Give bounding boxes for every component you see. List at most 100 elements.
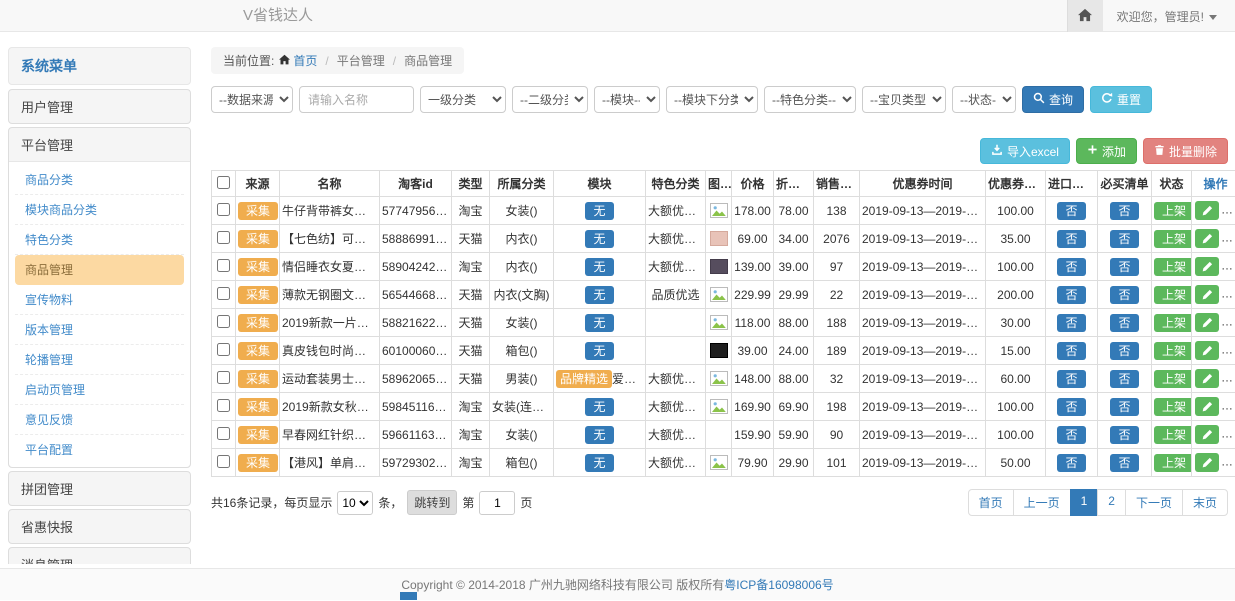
row-checkbox[interactable]	[217, 203, 230, 216]
sidebar-subitem-1-0[interactable]: 商品分类	[15, 165, 184, 195]
pager-button-2[interactable]: 1	[1070, 489, 1099, 516]
import-excel-button[interactable]: 导入excel	[980, 138, 1070, 164]
select-all-checkbox[interactable]	[217, 176, 230, 189]
must-buy-no-badge[interactable]: 否	[1110, 398, 1138, 416]
pager-button-4[interactable]: 下一页	[1125, 489, 1183, 516]
sidebar-item-4[interactable]: 消息管理	[9, 548, 190, 564]
edit-button[interactable]	[1195, 257, 1219, 276]
sidebar-subitem-1-1[interactable]: 模块商品分类	[15, 195, 184, 225]
add-button[interactable]: 添加	[1076, 138, 1137, 164]
user-menu[interactable]: 欢迎您，管理员!	[1117, 8, 1217, 25]
import-no-badge[interactable]: 否	[1057, 286, 1085, 304]
filter-select-7[interactable]: --状态--	[952, 86, 1016, 113]
import-no-badge[interactable]: 否	[1057, 370, 1085, 388]
status-on-shelf-badge[interactable]: 上架	[1154, 454, 1192, 472]
per-page-select[interactable]: 10	[337, 491, 373, 515]
status-on-shelf-badge[interactable]: 上架	[1154, 202, 1192, 220]
filter-select-1[interactable]: 一级分类	[420, 86, 506, 113]
status-on-shelf-badge[interactable]: 上架	[1154, 314, 1192, 332]
edit-button[interactable]	[1195, 201, 1219, 220]
filter-select-5[interactable]: --特色分类--	[764, 86, 856, 113]
import-no-badge[interactable]: 否	[1057, 426, 1085, 444]
status-on-shelf-badge[interactable]: 上架	[1154, 258, 1192, 276]
sidebar-item-0[interactable]: 用户管理	[9, 90, 190, 123]
pager-button-5[interactable]: 末页	[1182, 489, 1228, 516]
import-no-badge[interactable]: 否	[1057, 258, 1085, 276]
must-buy-no-badge[interactable]: 否	[1110, 426, 1138, 444]
status-on-shelf-badge[interactable]: 上架	[1154, 342, 1192, 360]
must-buy-no-badge[interactable]: 否	[1110, 202, 1138, 220]
search-button[interactable]: 查询	[1022, 86, 1084, 113]
filter-select-2[interactable]: --二级分类--	[512, 86, 588, 113]
must-buy-no-badge[interactable]: 否	[1110, 454, 1138, 472]
must-buy-no-badge[interactable]: 否	[1110, 342, 1138, 360]
import-no-badge[interactable]: 否	[1057, 230, 1085, 248]
status-on-shelf-badge[interactable]: 上架	[1154, 370, 1192, 388]
row-checkbox[interactable]	[217, 399, 230, 412]
edit-button[interactable]	[1195, 453, 1219, 472]
edit-button[interactable]	[1195, 369, 1219, 388]
import-no-badge[interactable]: 否	[1057, 314, 1085, 332]
must-buy-no-badge[interactable]: 否	[1110, 314, 1138, 332]
sidebar-subitem-1-5[interactable]: 版本管理	[15, 315, 184, 345]
import-no-badge[interactable]: 否	[1057, 202, 1085, 220]
status-on-shelf-badge[interactable]: 上架	[1154, 230, 1192, 248]
filter-select-6[interactable]: --宝贝类型--	[862, 86, 946, 113]
must-buy-no-badge[interactable]: 否	[1110, 230, 1138, 248]
row-checkbox[interactable]	[217, 287, 230, 300]
jump-button[interactable]: 跳转到	[407, 490, 457, 515]
sidebar-item-2[interactable]: 拼团管理	[9, 472, 190, 505]
must-buy-no-badge[interactable]: 否	[1110, 258, 1138, 276]
row-checkbox[interactable]	[217, 231, 230, 244]
filter-select-3[interactable]: --模块--	[594, 86, 660, 113]
breadcrumb-home-link[interactable]: 首页	[279, 52, 317, 69]
row-checkbox[interactable]	[217, 315, 230, 328]
row-checkbox[interactable]	[217, 455, 230, 468]
edit-button[interactable]	[1195, 229, 1219, 248]
must-buy-no-badge[interactable]: 否	[1110, 286, 1138, 304]
row-checkbox[interactable]	[217, 343, 230, 356]
cell-category: 内衣(文胸)	[490, 281, 554, 309]
cell-icon	[706, 309, 732, 337]
breadcrumb-item-platform[interactable]: 平台管理	[337, 52, 385, 69]
sidebar-subitem-1-2[interactable]: 特色分类	[15, 225, 184, 255]
icp-link[interactable]: 粤ICP备16098006号	[724, 578, 833, 592]
row-checkbox[interactable]	[217, 427, 230, 440]
name-search-input[interactable]	[299, 86, 414, 113]
status-on-shelf-badge[interactable]: 上架	[1154, 426, 1192, 444]
source-badge: 采集	[238, 454, 278, 472]
pager-button-0[interactable]: 首页	[968, 489, 1014, 516]
import-no-badge[interactable]: 否	[1057, 342, 1085, 360]
page-number-input[interactable]	[479, 491, 515, 515]
breadcrumb-item-goods[interactable]: 商品管理	[404, 52, 452, 69]
edit-button[interactable]	[1195, 341, 1219, 360]
sidebar-subitem-1-7[interactable]: 启动页管理	[15, 375, 184, 405]
filter-select-4[interactable]: --模块下分类--	[666, 86, 758, 113]
column-header-7: 图标	[706, 171, 732, 197]
sidebar-subitem-1-8[interactable]: 意见反馈	[15, 405, 184, 435]
must-buy-no-badge[interactable]: 否	[1110, 370, 1138, 388]
batch-delete-button[interactable]: 批量删除	[1143, 138, 1228, 164]
row-checkbox[interactable]	[217, 259, 230, 272]
sidebar-subitem-1-3[interactable]: 商品管理	[15, 255, 184, 285]
source-badge: 采集	[238, 202, 278, 220]
row-checkbox[interactable]	[217, 371, 230, 384]
pager-button-1[interactable]: 上一页	[1013, 489, 1071, 516]
home-button[interactable]	[1067, 0, 1103, 32]
sidebar-item-3[interactable]: 省惠快报	[9, 510, 190, 543]
edit-button[interactable]	[1195, 313, 1219, 332]
import-no-badge[interactable]: 否	[1057, 454, 1085, 472]
status-on-shelf-badge[interactable]: 上架	[1154, 286, 1192, 304]
edit-button[interactable]	[1195, 285, 1219, 304]
reset-button[interactable]: 重置	[1090, 86, 1152, 113]
sidebar-item-1[interactable]: 平台管理	[9, 128, 190, 161]
status-on-shelf-badge[interactable]: 上架	[1154, 398, 1192, 416]
import-no-badge[interactable]: 否	[1057, 398, 1085, 416]
pager-button-3[interactable]: 2	[1097, 489, 1126, 516]
edit-button[interactable]	[1195, 425, 1219, 444]
sidebar-subitem-1-9[interactable]: 平台配置	[15, 435, 184, 464]
sidebar-subitem-1-6[interactable]: 轮播管理	[15, 345, 184, 375]
edit-button[interactable]	[1195, 397, 1219, 416]
sidebar-subitem-1-4[interactable]: 宣传物料	[15, 285, 184, 315]
filter-select-0[interactable]: --数据来源--	[211, 86, 293, 113]
